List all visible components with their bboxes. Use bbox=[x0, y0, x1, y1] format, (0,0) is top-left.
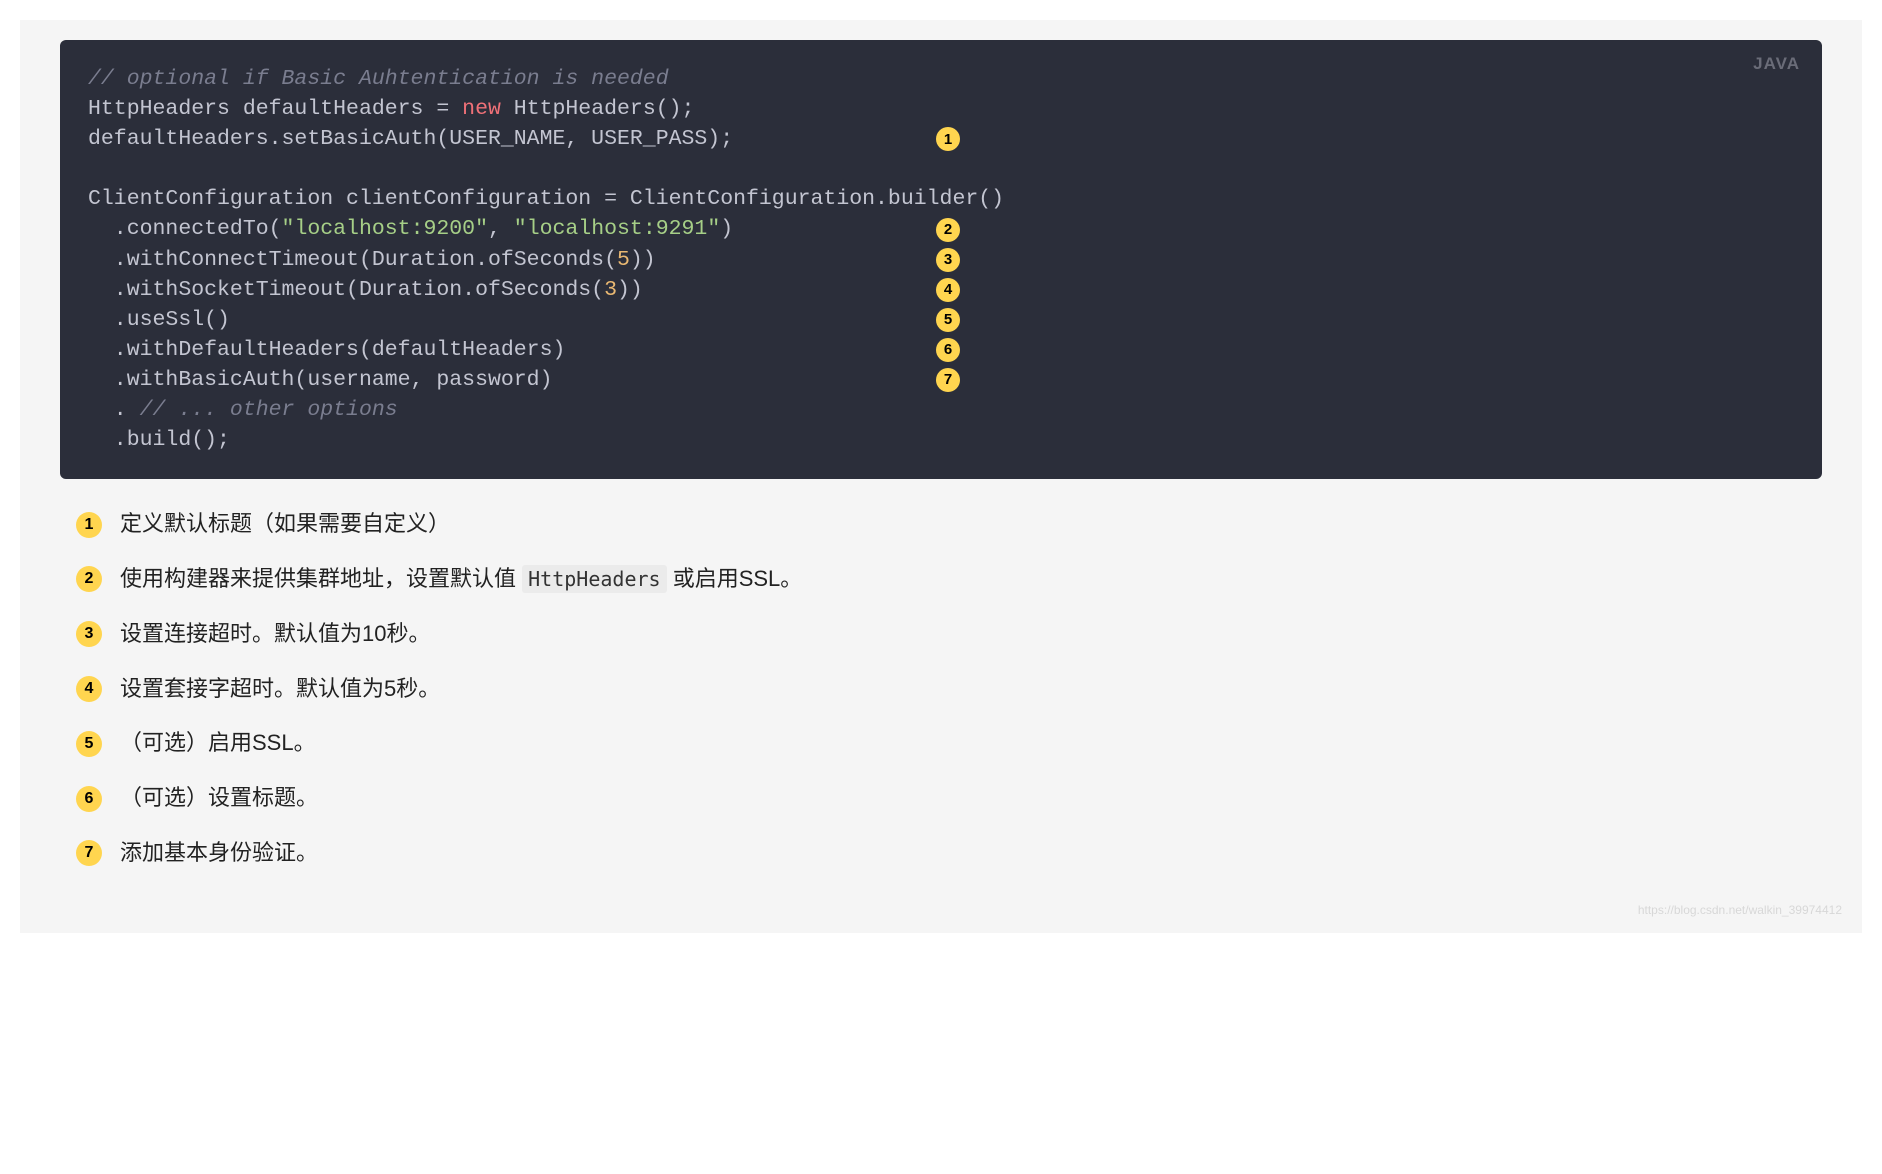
callout-badge: 5 bbox=[76, 731, 102, 757]
callout-text: 添加基本身份验证。 bbox=[120, 838, 318, 869]
code-pre: // optional if Basic Auhtentication is n… bbox=[88, 64, 1794, 455]
callout-badge: 1 bbox=[76, 512, 102, 538]
callout-text: （可选）启用SSL。 bbox=[120, 728, 316, 759]
code-callout-badge-2: 2 bbox=[936, 218, 960, 242]
callout-list: 1 定义默认标题（如果需要自定义） 2 使用构建器来提供集群地址，设置默认值 H… bbox=[60, 509, 1822, 869]
inline-code: HttpHeaders bbox=[522, 565, 666, 593]
callout-row: 2 使用构建器来提供集群地址，设置默认值 HttpHeaders 或启用SSL。 bbox=[76, 564, 1822, 595]
callout-badge: 4 bbox=[76, 676, 102, 702]
callout-row: 7 添加基本身份验证。 bbox=[76, 838, 1822, 869]
callout-text: 使用构建器来提供集群地址，设置默认值 HttpHeaders 或启用SSL。 bbox=[120, 564, 802, 595]
callout-row: 6 （可选）设置标题。 bbox=[76, 783, 1822, 814]
document-panel: JAVA // optional if Basic Auhtentication… bbox=[20, 20, 1862, 933]
callout-text: 设置套接字超时。默认值为5秒。 bbox=[120, 674, 440, 705]
callout-badge: 2 bbox=[76, 566, 102, 592]
callout-row: 5 （可选）启用SSL。 bbox=[76, 728, 1822, 759]
callout-badge: 7 bbox=[76, 840, 102, 866]
callout-text: 设置连接超时。默认值为10秒。 bbox=[120, 619, 430, 650]
watermark: https://blog.csdn.net/walkin_39974412 bbox=[1638, 903, 1842, 917]
code-callout-badge-6: 6 bbox=[936, 338, 960, 362]
code-block: JAVA // optional if Basic Auhtentication… bbox=[60, 40, 1822, 479]
callout-text: 定义默认标题（如果需要自定义） bbox=[120, 509, 450, 540]
callout-text: （可选）设置标题。 bbox=[120, 783, 318, 814]
callout-row: 1 定义默认标题（如果需要自定义） bbox=[76, 509, 1822, 540]
code-callout-badge-4: 4 bbox=[936, 278, 960, 302]
callout-badge: 3 bbox=[76, 621, 102, 647]
code-comment: // optional if Basic Auhtentication is n… bbox=[88, 67, 669, 91]
code-callout-badge-1: 1 bbox=[936, 127, 960, 151]
code-callout-badge-3: 3 bbox=[936, 248, 960, 272]
callout-row: 4 设置套接字超时。默认值为5秒。 bbox=[76, 674, 1822, 705]
callout-row: 3 设置连接超时。默认值为10秒。 bbox=[76, 619, 1822, 650]
code-callout-badge-5: 5 bbox=[936, 308, 960, 332]
callout-badge: 6 bbox=[76, 786, 102, 812]
code-callout-badge-7: 7 bbox=[936, 368, 960, 392]
